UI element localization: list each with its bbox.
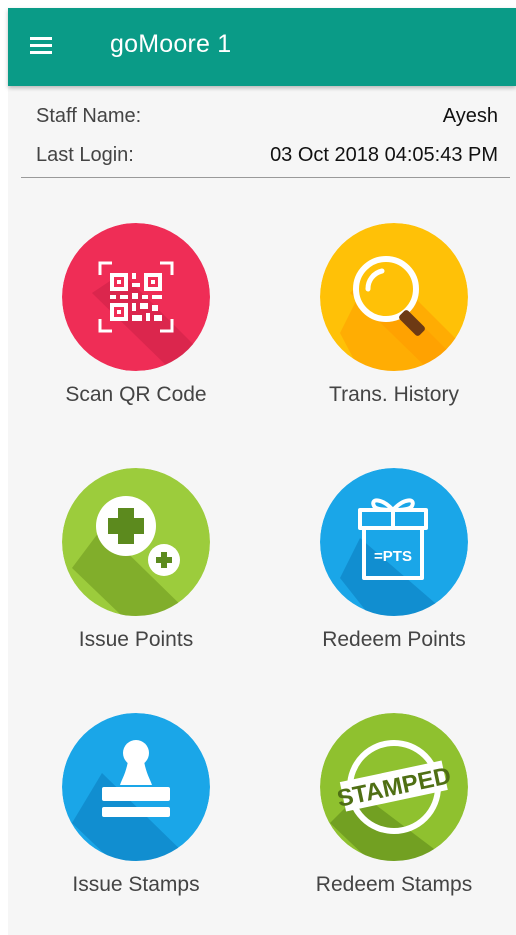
issue-points-button[interactable]: Issue Points xyxy=(26,468,246,668)
plus-icon xyxy=(62,468,210,616)
gift-icon: =PTS xyxy=(320,468,468,616)
redeem-stamps-label: Redeem Stamps xyxy=(315,873,473,896)
gift-icon-text: =PTS xyxy=(374,548,412,565)
last-login-value: 03 Oct 2018 04:05:43 PM xyxy=(270,144,498,166)
qr-code-icon xyxy=(62,223,210,371)
scan-qr-code-button[interactable]: Scan QR Code xyxy=(26,223,246,423)
staff-name-value: Ayesh xyxy=(442,105,498,127)
stamped-seal-icon: STAMPED xyxy=(320,713,468,861)
last-login-label: Last Login: xyxy=(36,144,134,166)
app-bar: goMoore 1 xyxy=(8,8,516,86)
rubber-stamp-icon xyxy=(62,713,210,861)
divider xyxy=(21,177,510,178)
trans-history-button[interactable]: Trans. History xyxy=(284,223,504,423)
staff-name-label: Staff Name: xyxy=(36,105,142,127)
redeem-points-label: Redeem Points xyxy=(322,628,466,651)
issue-stamps-label: Issue Stamps xyxy=(72,873,200,896)
issue-points-label: Issue Points xyxy=(78,628,194,651)
scan-qr-code-label: Scan QR Code xyxy=(65,383,207,406)
magnifier-icon xyxy=(320,223,468,371)
redeem-points-button[interactable]: =PTS Redeem Points xyxy=(284,468,504,668)
issue-stamps-button[interactable]: Issue Stamps xyxy=(26,713,246,913)
redeem-stamps-button[interactable]: STAMPED Redeem Stamps xyxy=(284,713,504,913)
app-screen: goMoore 1 Staff Name: Ayesh Last Login: … xyxy=(8,8,516,935)
app-title: goMoore 1 xyxy=(110,30,232,58)
trans-history-label: Trans. History xyxy=(329,383,459,406)
hamburger-menu-icon[interactable] xyxy=(30,37,52,55)
